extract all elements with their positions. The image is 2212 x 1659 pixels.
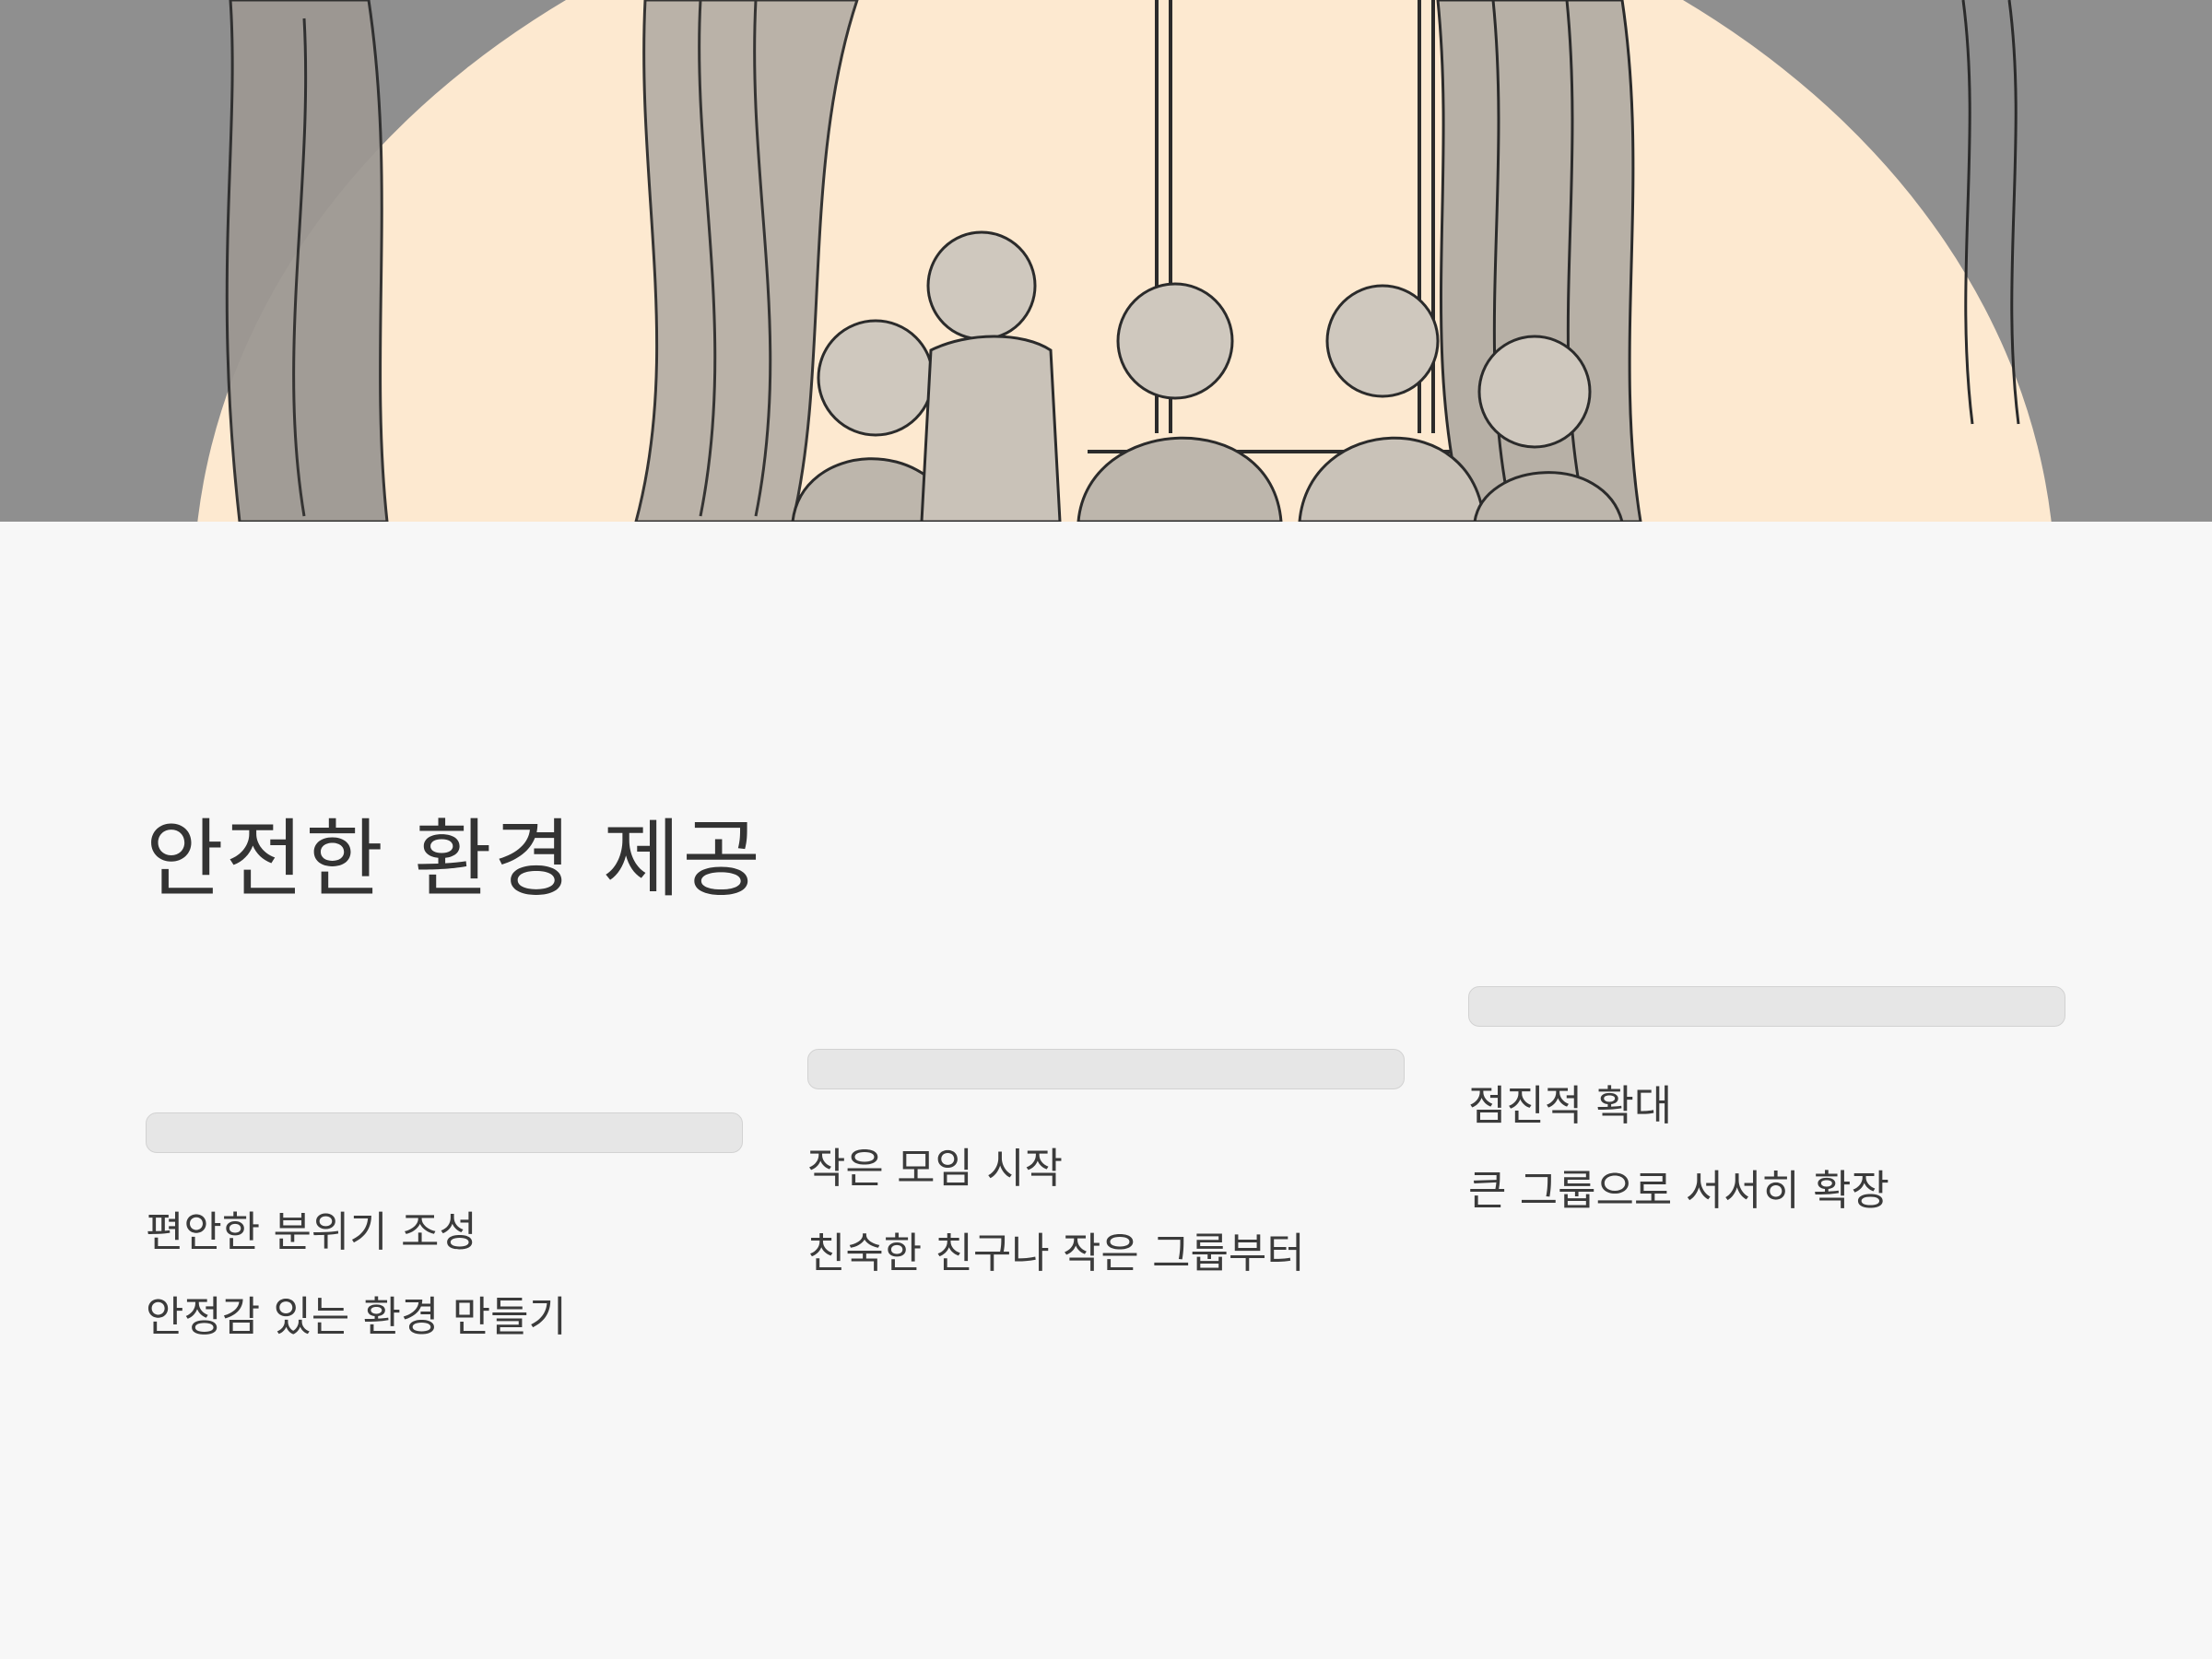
children-by-window-illustration: [0, 0, 2212, 522]
hero-illustration: [0, 0, 2212, 522]
column-text: 안정감 있는 환경 만들기: [146, 1292, 567, 1341]
column-heading: 작은 모임 시작: [807, 1144, 1064, 1193]
column-accent-bar: [1468, 986, 2065, 1027]
column-comfortable-atmosphere: 편안한 분위기 조성 안정감 있는 환경 만들기: [146, 1112, 743, 1343]
column-text: 큰 그룹으로 서서히 확장: [1468, 1166, 1889, 1215]
column-gradual-expansion: 점진적 확대 큰 그룹으로 서서히 확장: [1468, 986, 2065, 1217]
column-text: 친숙한 친구나 작은 그룹부터: [807, 1229, 1305, 1277]
column-heading: 점진적 확대: [1468, 1081, 1673, 1130]
column-accent-bar: [807, 1049, 1405, 1089]
column-heading: 편안한 분위기 조성: [146, 1207, 477, 1256]
column-accent-bar: [146, 1112, 743, 1153]
column-small-gathering: 작은 모임 시작 친숙한 친구나 작은 그룹부터: [807, 1049, 1405, 1279]
slide-title: 안전한 환경 제공: [146, 810, 762, 909]
